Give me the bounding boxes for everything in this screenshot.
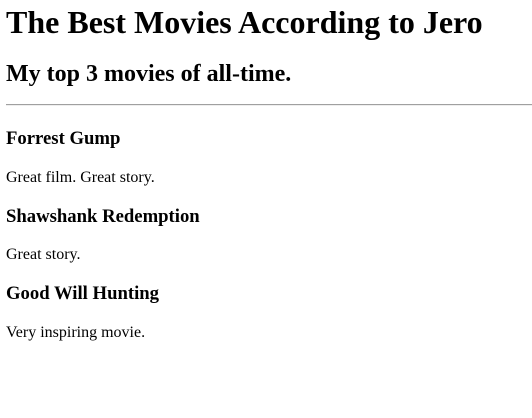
movie-title: Good Will Hunting bbox=[6, 283, 160, 304]
page-subtitle: My top 3 movies of all-time. bbox=[6, 61, 292, 87]
movie-description: Great film. Great story. bbox=[6, 169, 155, 186]
movie-title: Shawshank Redemption bbox=[6, 206, 200, 227]
movie-description: Great story. bbox=[6, 246, 81, 263]
page-content: The Best Movies According to Jero My top… bbox=[0, 0, 532, 418]
divider bbox=[6, 104, 532, 106]
page-title: The Best Movies According to Jero bbox=[6, 4, 483, 40]
movie-description: Very inspiring movie. bbox=[6, 324, 146, 341]
movie-title: Forrest Gump bbox=[6, 128, 121, 149]
